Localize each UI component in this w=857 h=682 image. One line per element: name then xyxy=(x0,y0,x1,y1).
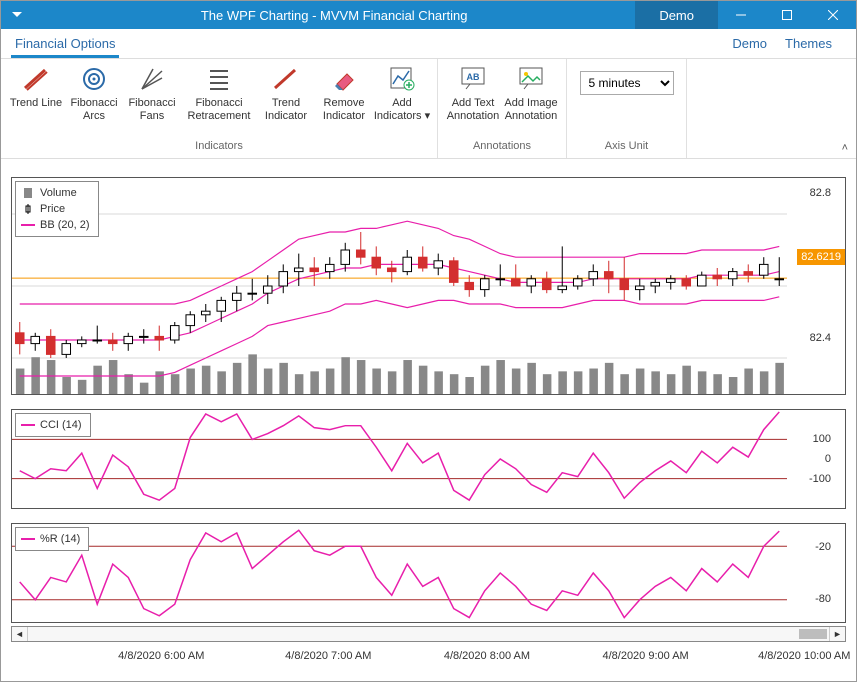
ribbon-group-label: Indicators xyxy=(195,140,243,156)
ribbon-tab-strip: Financial Options Demo Themes xyxy=(1,29,856,59)
eraser-icon xyxy=(330,65,358,93)
context-tab-demo[interactable]: Demo xyxy=(635,1,718,29)
price-chart-panel[interactable]: Volume Price BB (20, 2) 82.8 82.4 82.621… xyxy=(11,177,846,395)
chevron-down-icon: ▾ xyxy=(425,110,431,122)
window-title: The WPF Charting - MVVM Financial Charti… xyxy=(33,8,635,23)
axis-unit-select[interactable]: 5 minutes xyxy=(580,71,674,95)
time-scrollbar[interactable]: ◄ ► xyxy=(11,626,846,642)
pctr-y-axis: -20 -80 xyxy=(787,524,845,622)
cci-chart-panel[interactable]: CCI (14) 100 0 -100 xyxy=(11,409,846,509)
fibonacci-fans-button[interactable]: Fibonacci Fans xyxy=(123,63,181,123)
ribbon-group-label: Axis Unit xyxy=(605,140,648,156)
ribbon-tab-themes[interactable]: Themes xyxy=(781,30,836,58)
fibonacci-fans-icon xyxy=(138,65,166,93)
add-indicators-dropdown[interactable]: Add Indicators ▾ xyxy=(373,63,431,123)
ribbon-group-label: Annotations xyxy=(473,140,531,156)
cci-plot[interactable] xyxy=(12,410,787,508)
williams-r-chart-panel[interactable]: %R (14) -20 -80 xyxy=(11,523,846,623)
trend-line-icon xyxy=(22,65,50,93)
cci-y-axis: 100 0 -100 xyxy=(787,410,845,508)
price-marker: 82.6219 xyxy=(797,249,845,265)
add-chart-icon xyxy=(388,65,416,93)
legend-cci: CCI (14) xyxy=(15,413,91,437)
price-plot[interactable] xyxy=(12,178,787,394)
image-annotation-icon xyxy=(517,65,545,93)
scroll-right-button[interactable]: ► xyxy=(829,627,845,641)
trend-indicator-button[interactable]: Trend Indicator xyxy=(257,63,315,123)
chevron-up-icon: ˄ xyxy=(842,142,848,154)
ribbon-group-axis-unit: 5 minutes Axis Unit xyxy=(567,59,687,158)
add-text-annotation-button[interactable]: AB Add Text Annotation xyxy=(444,63,502,123)
ribbon: Trend Line Fibonacci Arcs Fibonacci Fans… xyxy=(1,59,856,159)
remove-indicator-button[interactable]: Remove Indicator xyxy=(315,63,373,123)
trend-line-button[interactable]: Trend Line xyxy=(7,63,65,110)
ribbon-group-indicators: Trend Line Fibonacci Arcs Fibonacci Fans… xyxy=(1,59,438,158)
legend-main: Volume Price BB (20, 2) xyxy=(15,181,99,237)
price-y-axis: 82.8 82.4 82.6219 xyxy=(787,178,845,394)
close-button[interactable] xyxy=(810,1,856,29)
fibonacci-retracement-button[interactable]: Fibonacci Retracement xyxy=(181,63,257,123)
text-annotation-icon: AB xyxy=(459,65,487,93)
scroll-thumb[interactable] xyxy=(799,629,827,639)
fibonacci-arcs-button[interactable]: Fibonacci Arcs xyxy=(65,63,123,123)
ribbon-tab-financial-options[interactable]: Financial Options xyxy=(11,30,119,58)
fibonacci-retracement-icon xyxy=(205,65,233,93)
ribbon-collapse-button[interactable]: ˄ xyxy=(842,142,848,154)
pctr-plot[interactable] xyxy=(12,524,787,622)
add-image-annotation-button[interactable]: Add Image Annotation xyxy=(502,63,560,123)
ribbon-group-annotations: AB Add Text Annotation Add Image Annotat… xyxy=(438,59,567,158)
time-axis: 4/8/2020 6:00 AM 4/8/2020 7:00 AM 4/8/20… xyxy=(11,646,846,668)
trend-indicator-icon xyxy=(272,65,300,93)
chart-area: Volume Price BB (20, 2) 82.8 82.4 82.621… xyxy=(1,159,856,681)
quick-access-dropdown[interactable] xyxy=(1,10,33,20)
svg-text:AB: AB xyxy=(467,72,480,82)
ribbon-tab-demo[interactable]: Demo xyxy=(728,30,771,58)
legend-pctr: %R (14) xyxy=(15,527,89,551)
minimize-button[interactable] xyxy=(718,1,764,29)
fibonacci-arcs-icon xyxy=(80,65,108,93)
scroll-left-button[interactable]: ◄ xyxy=(12,627,28,641)
maximize-button[interactable] xyxy=(764,1,810,29)
title-bar: The WPF Charting - MVVM Financial Charti… xyxy=(1,1,856,29)
